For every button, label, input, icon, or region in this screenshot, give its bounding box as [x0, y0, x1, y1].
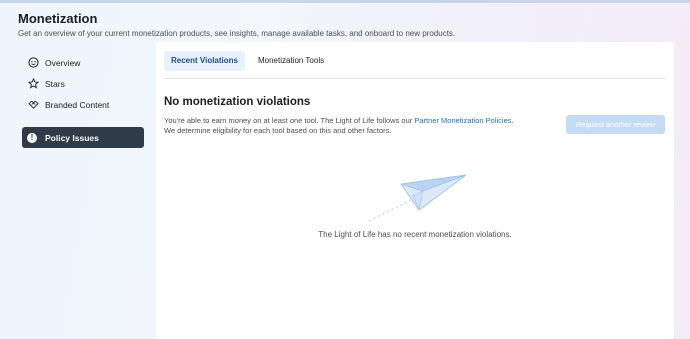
tab-bar: Recent Violations Monetization Tools — [164, 51, 331, 71]
smiley-icon — [27, 57, 39, 69]
tab-divider — [164, 78, 666, 79]
sidebar-item-label: Overview — [45, 57, 81, 68]
sidebar: Overview Stars Branded Content ! Policy … — [22, 52, 144, 148]
page-title: Monetization — [18, 11, 98, 26]
top-bar — [0, 0, 690, 3]
partner-policies-link[interactable]: Partner Monetization Policies — [414, 116, 511, 125]
sidebar-item-policy-issues[interactable]: ! Policy Issues — [22, 127, 144, 148]
request-review-button[interactable]: Request another review — [566, 115, 665, 134]
sidebar-item-branded-content[interactable]: Branded Content — [22, 94, 144, 115]
star-icon — [27, 78, 39, 90]
violations-title: No monetization violations — [164, 96, 311, 108]
main-panel: Recent Violations Monetization Tools No … — [156, 42, 674, 339]
empty-state-message: The Light of Life has no recent monetiza… — [318, 230, 512, 239]
handshake-icon — [27, 99, 39, 111]
sidebar-item-label: Policy Issues — [45, 132, 99, 143]
page-header: Monetization Get an overview of your cur… — [18, 11, 455, 38]
alert-icon: ! — [27, 132, 37, 143]
tab-monetization-tools[interactable]: Monetization Tools — [251, 51, 331, 71]
sidebar-item-stars[interactable]: Stars — [22, 73, 144, 94]
sidebar-item-overview[interactable]: Overview — [22, 52, 144, 73]
sidebar-item-label: Branded Content — [45, 99, 110, 110]
tab-recent-violations[interactable]: Recent Violations — [164, 51, 245, 71]
page-subtitle: Get an overview of your current monetiza… — [18, 29, 456, 38]
violations-description: You're able to earn money on at least on… — [164, 116, 524, 136]
description-text: You're able to earn money on at least on… — [164, 116, 415, 125]
sidebar-item-label: Stars — [45, 78, 65, 89]
paper-plane-illustration — [366, 174, 467, 223]
